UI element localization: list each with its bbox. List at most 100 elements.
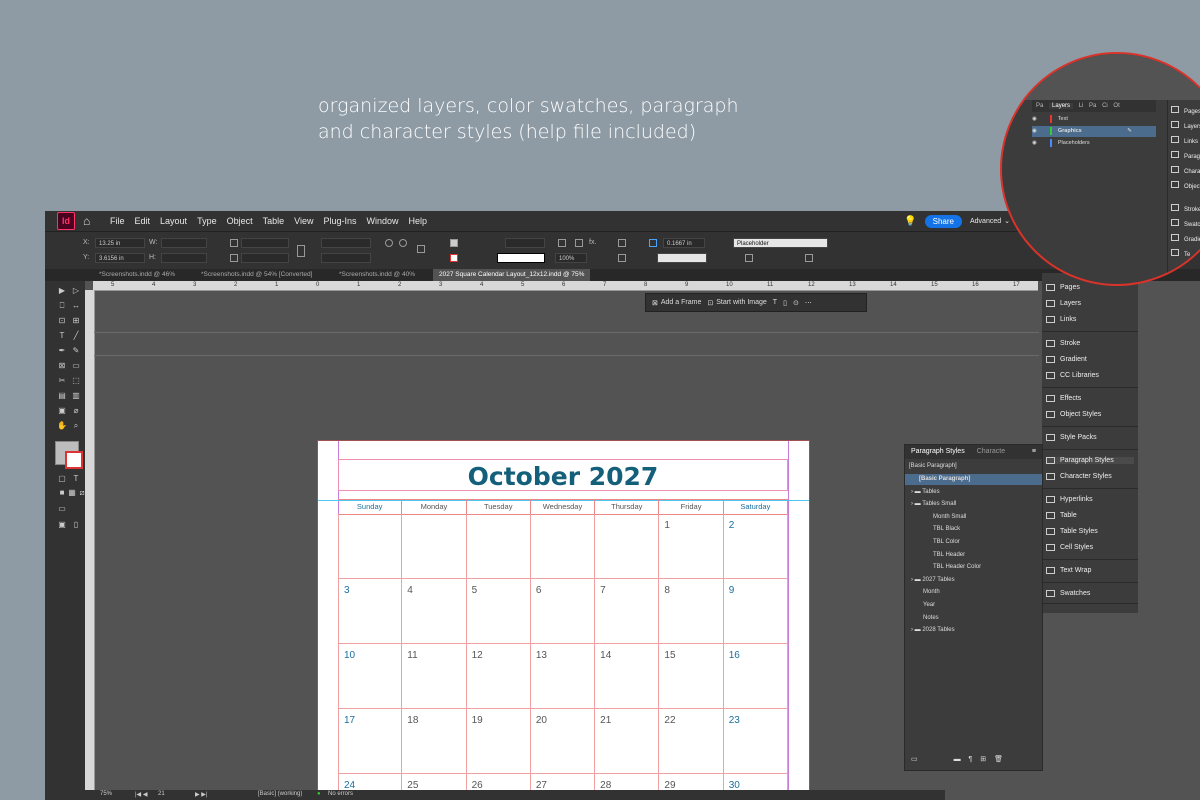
stroke-none-swatch-icon[interactable] [65,451,83,469]
callout-tab-pa[interactable]: Pa [1036,103,1043,109]
calendar-day-cell[interactable] [530,514,596,579]
scale-x-field[interactable] [241,238,289,248]
calendar-day-cell[interactable]: 9 [723,579,788,644]
tab-calendar-layout[interactable]: 2027 Square Calendar Layout_12x12.indd @… [433,269,591,281]
style-row[interactable]: Month [923,589,940,595]
callout-tab-pa2[interactable]: Pa [1089,103,1096,109]
folder-icon[interactable]: › ▬ [911,501,922,507]
vertical-ruler[interactable] [85,290,95,790]
apply-color-icon[interactable]: ■ [57,489,67,497]
dock-item-character-styles[interactable]: Character Styles [1046,473,1112,480]
callout-dock-item[interactable]: Object [1171,181,1200,190]
add-frame-button[interactable]: Add a Frame [661,299,701,306]
calendar-day-cell[interactable]: 2 [723,514,788,579]
scale-y-icon[interactable] [230,254,238,262]
dock-item-paragraph-styles[interactable]: Paragraph Styles [1046,457,1134,464]
scale-x-icon[interactable] [230,239,238,247]
menu-view[interactable]: View [294,216,313,226]
eye-icon[interactable]: ◉ [1032,116,1037,122]
style-group-row[interactable]: › ▬ 2027 Tables [911,577,955,583]
calendar-day-cell[interactable]: 5 [466,579,531,644]
distribute-icon[interactable] [618,254,626,262]
calendar-day-cell[interactable]: 1 [659,514,724,579]
dock-item-object-styles[interactable]: Object Styles [1046,411,1101,418]
calendar-day-cell[interactable]: 6 [530,579,596,644]
align-icon[interactable] [618,239,626,247]
next-page-icon[interactable]: ▶ ▶| [195,791,207,798]
callout-dock-item[interactable]: Charac [1171,166,1200,175]
tab-screenshots-46[interactable]: *Screenshots.indd @ 46% [93,269,181,281]
style-row[interactable]: Month Small [933,514,966,520]
fill-swatch-icon[interactable] [450,239,458,247]
dock-item-table-styles[interactable]: Table Styles [1046,528,1098,535]
formatting-text-icon[interactable]: T [71,475,81,483]
zoom-tool-icon[interactable]: ⌕ [71,422,81,430]
callout-dock-item[interactable]: Layers [1171,121,1200,130]
callout-dock-item[interactable]: Swatch [1171,219,1200,228]
calendar-day-cell[interactable]: 17 [338,709,403,774]
dock-item-style-packs[interactable]: Style Packs [1046,434,1097,441]
dock-item-hyperlinks[interactable]: Hyperlinks [1046,496,1093,503]
first-page-icon[interactable]: |◀ ◀ [135,791,147,798]
calendar-day-cell[interactable]: 10 [338,644,403,709]
content-placer-icon[interactable]: ⊞ [71,317,81,325]
new-style-icon[interactable]: ⊞ [980,756,986,763]
tab-screenshots-40[interactable]: *Screenshots.indd @ 40% [333,269,421,281]
free-transform-tool-icon[interactable]: ⬚ [71,377,81,385]
y-field[interactable]: 3.6156 in [95,253,145,263]
layer-name-graphics[interactable]: Graphics [1058,128,1082,134]
weekday-monday[interactable]: Monday [402,500,467,514]
w-field[interactable] [161,238,207,248]
style-row[interactable]: TBL Header [933,552,965,558]
style-group-row[interactable]: › ▬ 2028 Tables [911,627,955,633]
opacity-field[interactable]: 100% [555,253,587,263]
style-group-icon[interactable]: ▭ [911,756,918,763]
callout-tab-li[interactable]: Li [1079,103,1084,109]
style-row[interactable]: Year [923,602,935,608]
selection-tool-icon[interactable]: ▶ [57,287,67,295]
layer-name-placeholders[interactable]: Placeholders [1058,140,1090,146]
more-icon[interactable]: ⋯ [805,299,812,307]
rotate-cw-icon[interactable] [385,239,393,247]
add-frame-icon[interactable]: ⊠ [652,299,658,307]
style-status[interactable]: [Basic] (working) [258,791,302,797]
menu-edit[interactable]: Edit [135,216,151,226]
app-logo[interactable]: Id [57,212,75,230]
page-icon[interactable]: ▯ [783,299,787,307]
calendar-day-cell[interactable] [466,514,531,579]
menu-layout[interactable]: Layout [160,216,187,226]
text-icon[interactable]: T [773,299,777,306]
x-field[interactable]: 13.25 in [95,238,145,248]
pen-tool-icon[interactable]: ✒ [57,347,67,355]
calendar-day-cell[interactable]: 13 [530,644,596,709]
fx-icon[interactable]: fx. [589,239,596,246]
style-row[interactable]: [Basic Paragraph] [919,476,970,482]
layer-name-text[interactable]: Text [1058,116,1068,122]
calendar-day-cell[interactable]: 11 [402,644,467,709]
callout-tab-ci[interactable]: Ci [1102,103,1108,109]
page-tool-icon[interactable]: ⎕ [57,302,67,310]
gap-tool-icon[interactable]: ↔ [71,302,81,310]
dock-item-gradient[interactable]: Gradient [1046,356,1087,363]
folder-icon[interactable]: › ▬ [911,577,922,583]
corner-icon[interactable] [558,239,566,247]
line-tool-icon[interactable]: ╱ [71,332,81,340]
constrain-link-icon[interactable] [297,245,305,257]
weekday-thursday[interactable]: Thursday [595,500,660,514]
document-page[interactable]: October 2027 Sunday Monday Tuesday Wedne… [317,440,810,800]
fill-color-field[interactable] [657,253,707,263]
delete-style-icon[interactable]: 🗑 [994,756,1003,763]
calendar-day-cell[interactable]: 15 [659,644,724,709]
clear-overrides-icon[interactable]: ¶ [969,756,973,763]
content-collector-icon[interactable]: ⊡ [57,317,67,325]
gradient-swatch-tool-icon[interactable]: ▤ [57,392,67,400]
pencil-tool-icon[interactable]: ✎ [71,347,81,355]
screen-mode-icon[interactable]: ▭ [57,505,67,513]
stroke-offset-field[interactable]: 0.1667 in [663,238,705,248]
folder-icon[interactable]: › ▬ [911,489,922,495]
dock-item-text-wrap[interactable]: Text Wrap [1046,567,1091,574]
callout-dock-item[interactable]: Paragr [1171,151,1200,160]
menu-object[interactable]: Object [227,216,253,226]
style-row[interactable]: TBL Header Color [933,564,981,570]
calendar-day-cell[interactable]: 4 [402,579,467,644]
